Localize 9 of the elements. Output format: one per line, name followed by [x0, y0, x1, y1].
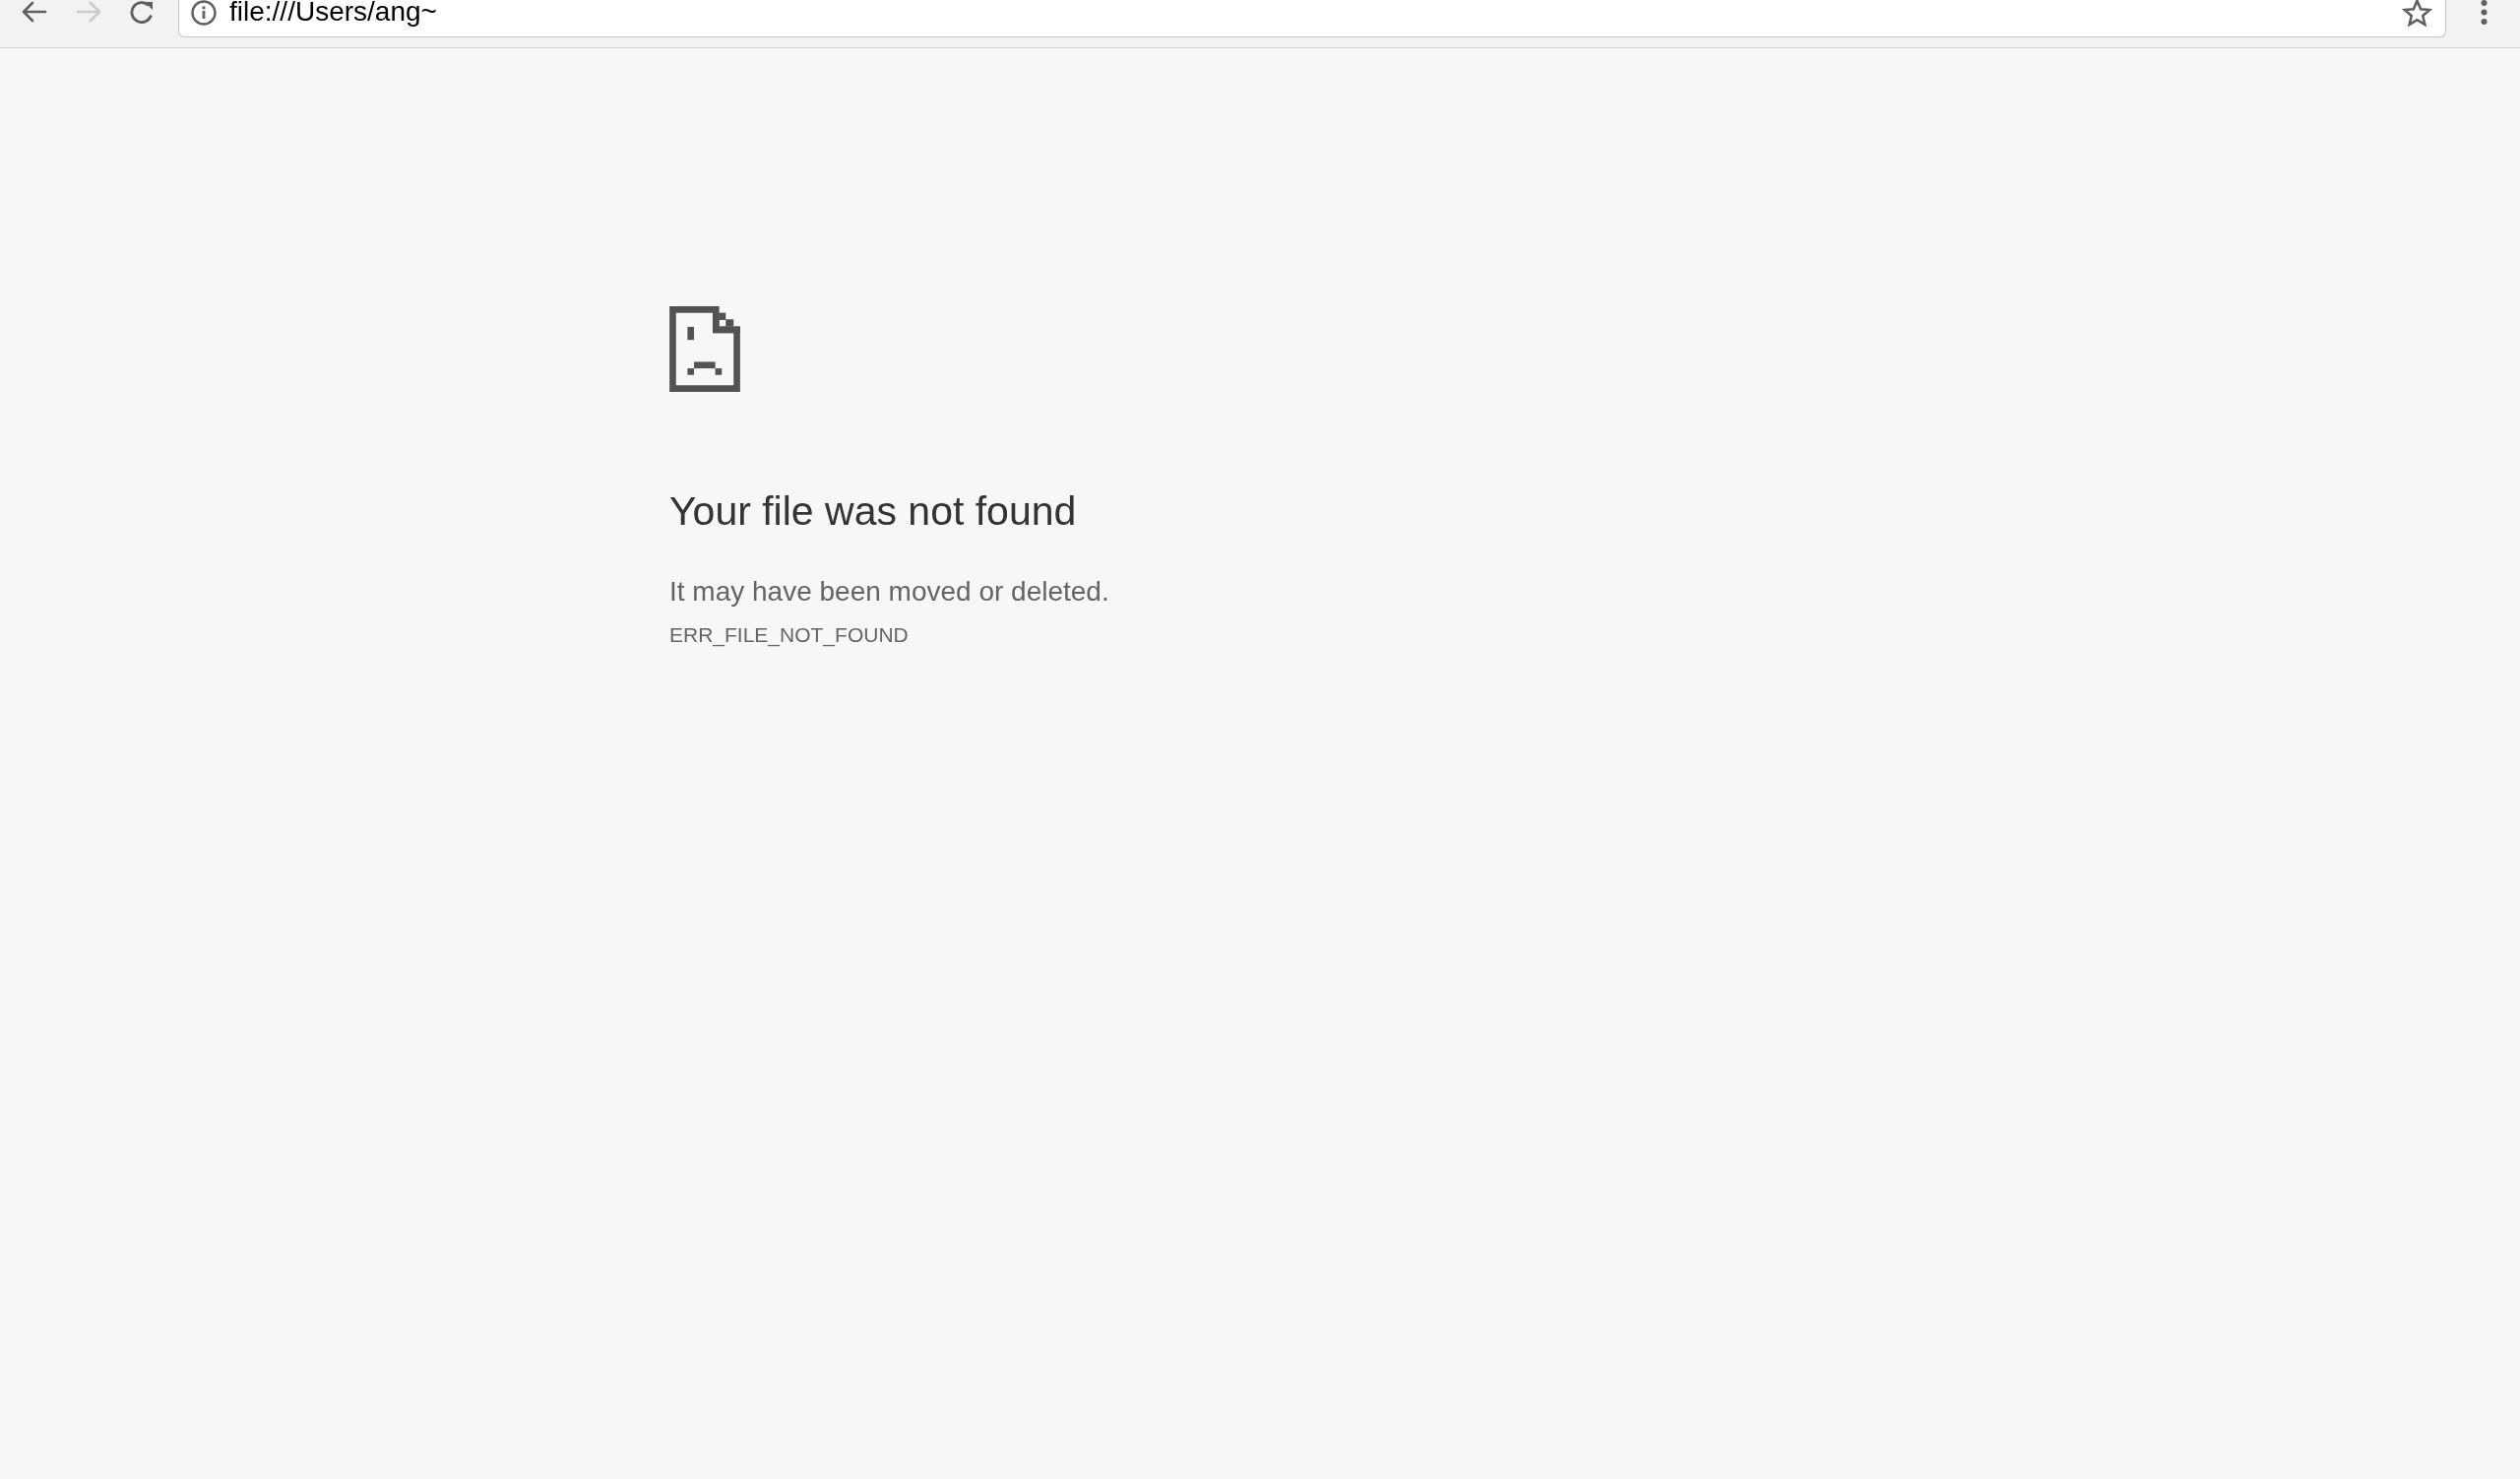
menu-icon[interactable] [2481, 0, 2488, 25]
address-bar[interactable]: file:///Users/ang~ [178, 0, 2446, 37]
star-icon[interactable] [2402, 0, 2432, 27]
error-code: ERR_FILE_NOT_FOUND [669, 623, 909, 648]
sad-file-icon [669, 306, 740, 392]
back-arrow-icon[interactable] [22, 1, 47, 23]
info-icon[interactable] [191, 0, 217, 26]
error-message: It may have been moved or deleted. [669, 576, 1109, 609]
error-heading: Your file was not found [669, 488, 1077, 536]
